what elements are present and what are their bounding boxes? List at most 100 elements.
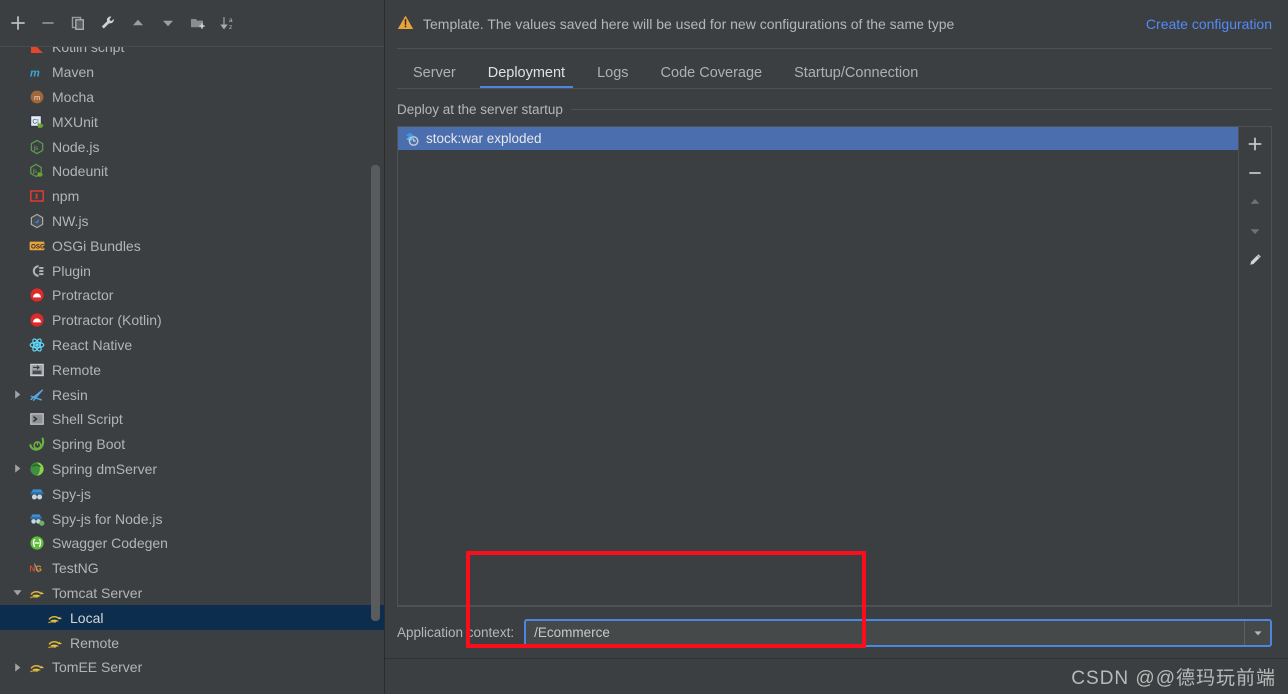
deployment-tab-content: Deploy at the server startup stock:war e… xyxy=(385,89,1288,658)
sidebar-item-node-js[interactable]: js Node.js xyxy=(0,134,384,159)
osgi-icon: OSGI xyxy=(26,238,48,254)
run-debug-configurations-dialog: a z Kotlin script m Maven m Mocha C| MXUnit js N… xyxy=(0,0,1288,694)
svg-text:js: js xyxy=(32,169,37,175)
tab-code-coverage[interactable]: Code Coverage xyxy=(645,65,779,90)
sidebar-item-shell-script[interactable]: Shell Script xyxy=(0,407,384,432)
sidebar-item-mocha[interactable]: m Mocha xyxy=(0,85,384,110)
deploy-artifact-list[interactable]: stock:war exploded xyxy=(398,127,1238,605)
sidebar-item-label: npm xyxy=(52,188,80,205)
sidebar-item-mxunit[interactable]: C| MXUnit xyxy=(0,109,384,134)
react-native-icon xyxy=(26,337,48,353)
svg-text:z: z xyxy=(229,24,232,31)
deploy-list-toolbar xyxy=(1238,127,1272,605)
chevron-down-icon[interactable] xyxy=(1244,620,1270,645)
application-context-row: Application context: xyxy=(397,606,1272,658)
tab-server[interactable]: Server xyxy=(397,65,472,90)
sidebar-item-nw-js[interactable]: NW.js xyxy=(0,209,384,234)
sidebar-item-osgi-bundles[interactable]: OSGI OSGi Bundles xyxy=(0,233,384,258)
sidebar-item-swagger-codegen[interactable]: Swagger Codegen xyxy=(0,531,384,556)
deploy-group-body: stock:war exploded xyxy=(397,126,1272,606)
mocha-icon: m xyxy=(26,89,48,105)
tab-logs[interactable]: Logs xyxy=(581,65,644,90)
tomcat-icon xyxy=(44,635,66,651)
sidebar-item-spy-js[interactable]: Spy-js xyxy=(0,481,384,506)
configuration-tree[interactable]: Kotlin script m Maven m Mocha C| MXUnit js Node.… xyxy=(0,46,384,694)
sidebar-item-spy-js-for-node-js[interactable]: Spy-js for Node.js xyxy=(0,506,384,531)
sidebar-item-plugin[interactable]: Plugin xyxy=(0,258,384,283)
sidebar-item-protractor-kotlin[interactable]: Protractor (Kotlin) xyxy=(0,308,384,333)
sidebar-item-label: Protractor xyxy=(52,287,114,304)
tab-startup-connection[interactable]: Startup/Connection xyxy=(778,65,934,90)
sort-button[interactable]: a z xyxy=(214,9,242,37)
sidebar-item-label: Maven xyxy=(52,64,95,81)
sidebar-item-npm[interactable]: npm xyxy=(0,184,384,209)
sidebar-item-remote[interactable]: Remote xyxy=(0,630,384,655)
remove-configuration-button[interactable] xyxy=(34,9,62,37)
sidebar-item-tomcat-server[interactable]: Tomcat Server xyxy=(0,581,384,606)
edit-artifact-button[interactable] xyxy=(1241,247,1269,273)
application-context-label: Application context: xyxy=(397,625,515,640)
testng-icon: NG xyxy=(26,560,48,576)
add-artifact-button[interactable] xyxy=(1241,131,1269,157)
sidebar-item-resin[interactable]: Resin xyxy=(0,382,384,407)
sidebar-item-protractor[interactable]: Protractor xyxy=(0,283,384,308)
tree-collapsed-icon[interactable] xyxy=(8,662,26,673)
sidebar-scrollbar[interactable] xyxy=(371,47,380,694)
sidebar-item-spring-boot[interactable]: Spring Boot xyxy=(0,432,384,457)
spyjs-icon xyxy=(26,486,48,502)
sidebar-item-label: Node.js xyxy=(52,138,100,155)
sidebar-item-label: Kotlin script xyxy=(52,46,125,56)
sidebar-item-label: TestNG xyxy=(52,560,99,577)
tree-collapsed-icon[interactable] xyxy=(8,389,26,400)
sidebar-item-label: Local xyxy=(70,609,104,626)
sidebar-scrollbar-thumb[interactable] xyxy=(371,165,380,621)
tree-expanded-icon[interactable] xyxy=(8,587,26,598)
sidebar-item-tomee-server[interactable]: TomEE Server xyxy=(0,655,384,680)
move-up-button[interactable] xyxy=(124,9,152,37)
sidebar-item-label: Spring Boot xyxy=(52,436,126,453)
sidebar-item-label: Swagger Codegen xyxy=(52,535,168,552)
shell-script-icon xyxy=(26,411,48,427)
sidebar-item-label: Nodeunit xyxy=(52,163,109,180)
deploy-group: Deploy at the server startup stock:war e… xyxy=(397,99,1272,606)
move-artifact-down-button[interactable] xyxy=(1241,218,1269,244)
svg-text:js: js xyxy=(33,144,39,151)
sidebar-item-label: Protractor (Kotlin) xyxy=(52,312,162,329)
copy-configuration-button[interactable] xyxy=(64,9,92,37)
sidebar-item-label: OSGi Bundles xyxy=(52,237,141,254)
deploy-group-header: Deploy at the server startup xyxy=(397,99,1272,119)
tab-deployment[interactable]: Deployment xyxy=(472,65,581,90)
sidebar-item-maven[interactable]: m Maven xyxy=(0,60,384,85)
sidebar-item-label: Spy-js xyxy=(52,485,91,502)
create-configuration-link[interactable]: Create configuration xyxy=(1146,16,1272,32)
sidebar-item-spring-dmserver[interactable]: Spring dmServer xyxy=(0,457,384,482)
spring-dmserver-icon xyxy=(26,461,48,477)
sidebar-item-nodeunit[interactable]: js Nodeunit xyxy=(0,159,384,184)
new-folder-button[interactable] xyxy=(184,9,212,37)
svg-text:OSGI: OSGI xyxy=(31,243,45,250)
editor-tabs: Server Deployment Logs Code Coverage Startup… xyxy=(385,49,1288,89)
sidebar-item-remote[interactable]: Remote xyxy=(0,357,384,382)
deploy-artifact-row[interactable]: stock:war exploded xyxy=(398,127,1238,150)
sidebar-item-testng[interactable]: N G TestNG xyxy=(0,556,384,581)
watermark: CSDN @@德玛玩前端 xyxy=(1071,668,1276,689)
remove-artifact-button[interactable] xyxy=(1241,160,1269,186)
sidebar-item-label: MXUnit xyxy=(52,113,98,130)
tomcat-icon xyxy=(26,659,48,675)
sidebar-item-label: Spy-js for Node.js xyxy=(52,510,163,527)
move-down-button[interactable] xyxy=(154,9,182,37)
move-artifact-up-button[interactable] xyxy=(1241,189,1269,215)
sidebar-item-react-native[interactable]: React Native xyxy=(0,333,384,358)
sidebar-item-label: NW.js xyxy=(52,212,89,229)
application-context-input[interactable] xyxy=(526,620,1244,645)
sidebar-item-kotlin-script[interactable]: Kotlin script xyxy=(0,46,384,60)
edit-templates-button[interactable] xyxy=(94,9,122,37)
sidebar-item-local[interactable]: Local xyxy=(0,605,384,631)
application-context-combo[interactable] xyxy=(524,618,1272,647)
add-configuration-button[interactable] xyxy=(4,9,32,37)
sidebar-item-label: Spring dmServer xyxy=(52,460,158,477)
svg-text:a: a xyxy=(229,17,233,24)
tree-collapsed-icon[interactable] xyxy=(8,463,26,474)
resin-icon xyxy=(26,387,48,403)
sidebar-item-label: TomEE Server xyxy=(52,659,143,676)
